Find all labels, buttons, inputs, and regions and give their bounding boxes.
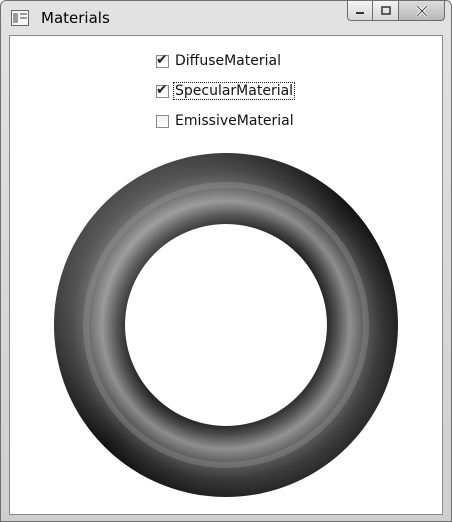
minimize-icon xyxy=(356,11,364,14)
close-button[interactable] xyxy=(399,1,445,21)
application-window: Materials ✔ DiffuseMaterial ✔ SpecularMa… xyxy=(0,0,452,522)
title-bar[interactable]: Materials xyxy=(1,1,451,35)
client-area: ✔ DiffuseMaterial ✔ SpecularMaterial Emi… xyxy=(9,35,443,515)
minimize-button[interactable] xyxy=(347,1,373,21)
app-icon[interactable] xyxy=(11,10,29,26)
window-title: Materials xyxy=(41,9,110,27)
maximize-button[interactable] xyxy=(373,1,399,21)
3d-viewport xyxy=(53,153,398,497)
close-icon xyxy=(415,4,428,17)
maximize-icon xyxy=(380,5,391,15)
torus-object xyxy=(53,153,398,497)
caption-buttons xyxy=(347,1,445,23)
